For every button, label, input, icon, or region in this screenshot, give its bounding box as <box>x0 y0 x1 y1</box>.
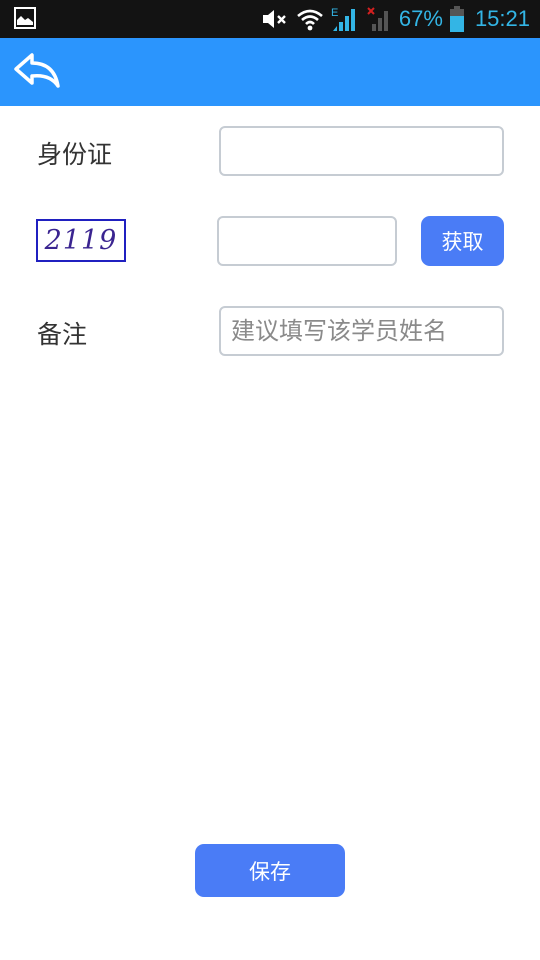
captcha-image[interactable]: 2119 <box>36 219 126 262</box>
id-card-label: 身份证 <box>37 140 113 169</box>
wifi-icon <box>297 9 323 31</box>
mute-icon <box>262 10 286 28</box>
network-type-label: E <box>331 7 338 19</box>
id-card-input[interactable] <box>219 126 504 176</box>
gallery-icon <box>14 7 36 29</box>
captcha-input[interactable] <box>217 216 397 266</box>
fetch-captcha-button[interactable]: 获取 <box>421 216 504 266</box>
battery-percent: 67% <box>398 6 443 31</box>
remark-label: 备注 <box>37 320 88 349</box>
signal-icon: E <box>331 7 355 31</box>
app-bar <box>0 38 540 106</box>
save-button[interactable]: 保存 <box>195 844 345 897</box>
clock: 15:21 <box>474 6 530 31</box>
captcha-text: 2119 <box>44 225 118 256</box>
back-button[interactable] <box>12 50 62 94</box>
remark-input[interactable] <box>219 306 504 356</box>
reply-arrow-icon <box>14 53 60 88</box>
battery-icon <box>449 6 464 32</box>
no-signal-icon <box>367 7 388 31</box>
status-bar: E 67% 15:21 <box>0 0 540 38</box>
